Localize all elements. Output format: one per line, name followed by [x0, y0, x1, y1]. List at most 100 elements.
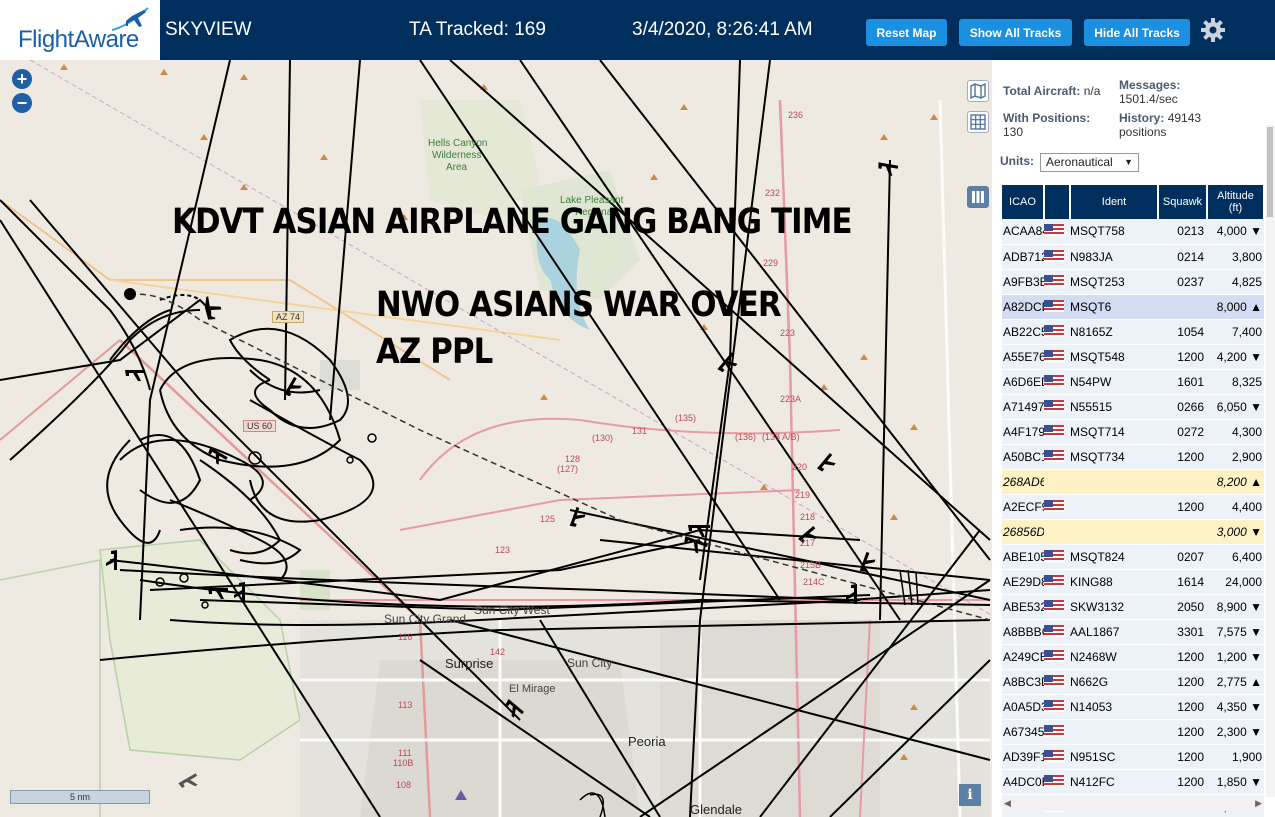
altitude-cell: 2,900: [1207, 444, 1264, 470]
flag-cell: [1044, 544, 1070, 570]
table-row[interactable]: A8BBBC AAL186733017,575 ▼: [1002, 619, 1264, 645]
squawk-cell: 0213: [1158, 219, 1207, 245]
flag-cell: [1044, 594, 1070, 620]
altitude-cell: 8,000 ▲: [1207, 294, 1264, 320]
table-row[interactable]: A6D6ED N54PW16018,325: [1002, 369, 1264, 395]
table-row[interactable]: A8BC3D N662G12002,775 ▲: [1002, 669, 1264, 695]
table-row[interactable]: AD39F1 N951SC 1200 1,900: [1002, 744, 1264, 770]
icao-cell: A55E76: [1002, 344, 1044, 370]
ident-cell: MSQT824: [1070, 544, 1158, 570]
route-215b: 215B: [800, 560, 822, 570]
table-scrollbar-thumb[interactable]: [1267, 127, 1273, 217]
total-aircraft-value: n/a: [1083, 84, 1101, 98]
us-flag-icon: [1044, 724, 1064, 737]
map-layers-button[interactable]: [967, 80, 989, 102]
label-wilderness: Wilderness: [432, 150, 482, 161]
units-select[interactable]: Aeronautical ▼: [1040, 153, 1139, 172]
reset-map-button[interactable]: Reset Map: [866, 19, 947, 46]
col-icao[interactable]: ICAO: [1002, 185, 1045, 219]
icao-cell: AB22C5: [1002, 319, 1044, 345]
altitude-cell: 4,350 ▼: [1207, 694, 1264, 720]
table-row[interactable]: A2ECF9 1200 4,400: [1002, 494, 1264, 520]
clock: 3/4/2020, 8:26:41 AM: [632, 19, 813, 40]
table-row[interactable]: A67345 1200 2,300 ▼: [1002, 719, 1264, 745]
squawk-cell: 1200: [1158, 444, 1207, 470]
units-value: Aeronautical: [1046, 155, 1113, 169]
hide-all-tracks-button[interactable]: Hide All Tracks: [1084, 19, 1190, 46]
ident-cell: N14053: [1070, 694, 1158, 720]
icao-cell: ACAA84: [1002, 219, 1044, 245]
table-row[interactable]: AB22C5 N8165Z 1054 7,400: [1002, 319, 1264, 345]
zoom-in-button[interactable]: +: [12, 69, 32, 89]
icao-cell: 268AD6: [1002, 469, 1044, 495]
flightaware-logo[interactable]: FlightAware: [0, 0, 160, 60]
route-113: 113: [398, 700, 413, 710]
table-row[interactable]: ACAA84 MSQT75802134,000 ▼: [1002, 219, 1264, 245]
squawk-cell: [1158, 294, 1207, 320]
table-horizontal-scrollbar[interactable]: ◀ ▶: [1002, 797, 1264, 811]
with-positions-stat: With Positions: 130: [1003, 111, 1090, 139]
route-108: 108: [396, 780, 412, 790]
icao-cell: A82DCD: [1002, 294, 1044, 320]
show-all-tracks-button[interactable]: Show All Tracks: [959, 19, 1072, 46]
col-altitude[interactable]: Altitude (ft): [1207, 185, 1265, 219]
icao-cell: A71497: [1002, 394, 1044, 420]
table-row[interactable]: A4DC0E N412FC12001,850 ▼: [1002, 769, 1264, 795]
table-row[interactable]: ABE105 MSQT824 0207 6,400: [1002, 544, 1264, 570]
squawk-cell: 1200: [1158, 494, 1207, 520]
zoom-out-button[interactable]: −: [12, 93, 32, 113]
table-row[interactable]: A50BC1 MSQT734 1200 2,900: [1002, 444, 1264, 470]
altitude-cell: 1,200 ▼: [1207, 644, 1264, 670]
table-row[interactable]: A82DCD MSQT6 8,000 ▲: [1002, 294, 1264, 320]
scroll-right-icon[interactable]: ▶: [1255, 798, 1262, 809]
table-row[interactable]: AE29D8 KING88 1614 24,000: [1002, 569, 1264, 595]
us-flag-icon: [1044, 374, 1064, 387]
flag-cell: [1044, 344, 1070, 370]
icao-cell: A67345: [1002, 719, 1044, 745]
ident-cell: N55515: [1070, 394, 1158, 420]
table-row[interactable]: 268AD6 8,200 ▲: [1002, 469, 1264, 495]
table-row[interactable]: A9FB3E MSQT253 0237 4,825: [1002, 269, 1264, 295]
squawk-cell: 0207: [1158, 544, 1207, 570]
overlay-text-2-line2: AZ PPL: [376, 332, 493, 372]
column-toggle-button[interactable]: [967, 186, 989, 208]
gear-icon[interactable]: [1199, 16, 1227, 44]
grid-toggle-button[interactable]: [967, 111, 989, 133]
squawk-cell: 0214: [1158, 244, 1207, 270]
table-row[interactable]: A0A5D3 N14053 1200 4,350 ▼: [1002, 694, 1264, 720]
icao-cell: A4F179: [1002, 419, 1044, 445]
table-scrollbar[interactable]: [1266, 125, 1275, 797]
icao-cell: A9FB3E: [1002, 269, 1044, 295]
flag-cell: [1044, 494, 1070, 520]
route-123: 123: [495, 545, 511, 555]
table-row[interactable]: ABE532 SKW3132 2050 8,900 ▼: [1002, 594, 1264, 620]
flag-cell: [1044, 619, 1070, 645]
table-row[interactable]: ADB712 N983JA 0214 3,800: [1002, 244, 1264, 270]
info-button[interactable]: i: [959, 784, 981, 806]
route-110b: 110B: [393, 758, 414, 768]
table-row[interactable]: A71497 N55515 0266 6,050 ▼: [1002, 394, 1264, 420]
altitude-cell: 7,575 ▼: [1207, 619, 1264, 645]
squawk-cell: 2050: [1158, 594, 1207, 620]
table-row[interactable]: A55E76 MSQT548 1200 4,200 ▼: [1002, 344, 1264, 370]
col-altitude-label: Altitude: [1217, 190, 1254, 202]
table-row[interactable]: A249CE N2468W 1200 1,200 ▼: [1002, 644, 1264, 670]
col-flag[interactable]: [1044, 185, 1071, 219]
icao-cell: A0A5D3: [1002, 694, 1044, 720]
chevron-down-icon: ▼: [1124, 157, 1133, 167]
table-row[interactable]: 26856D 3,000 ▼: [1002, 519, 1264, 545]
us-flag-icon: [1044, 749, 1064, 762]
squawk-cell: 3301: [1158, 619, 1207, 645]
squawk-cell: 1200: [1158, 344, 1207, 370]
grid-icon: [970, 114, 986, 130]
map-view[interactable]: Hells Canyon Wilderness Area Lake Pleasa…: [0, 60, 992, 817]
route-229: 229: [763, 258, 779, 268]
us-flag-icon: [1044, 649, 1064, 662]
col-squawk[interactable]: Squawk: [1158, 185, 1208, 219]
ident-cell: MSQT253: [1070, 269, 1158, 295]
us-flag-icon: [1044, 499, 1064, 512]
col-ident[interactable]: Ident: [1070, 185, 1159, 219]
table-row[interactable]: A4F179 MSQT714 0272 4,300: [1002, 419, 1264, 445]
scroll-left-icon[interactable]: ◀: [1004, 798, 1011, 809]
altitude-cell: 2,775 ▲: [1207, 669, 1264, 695]
